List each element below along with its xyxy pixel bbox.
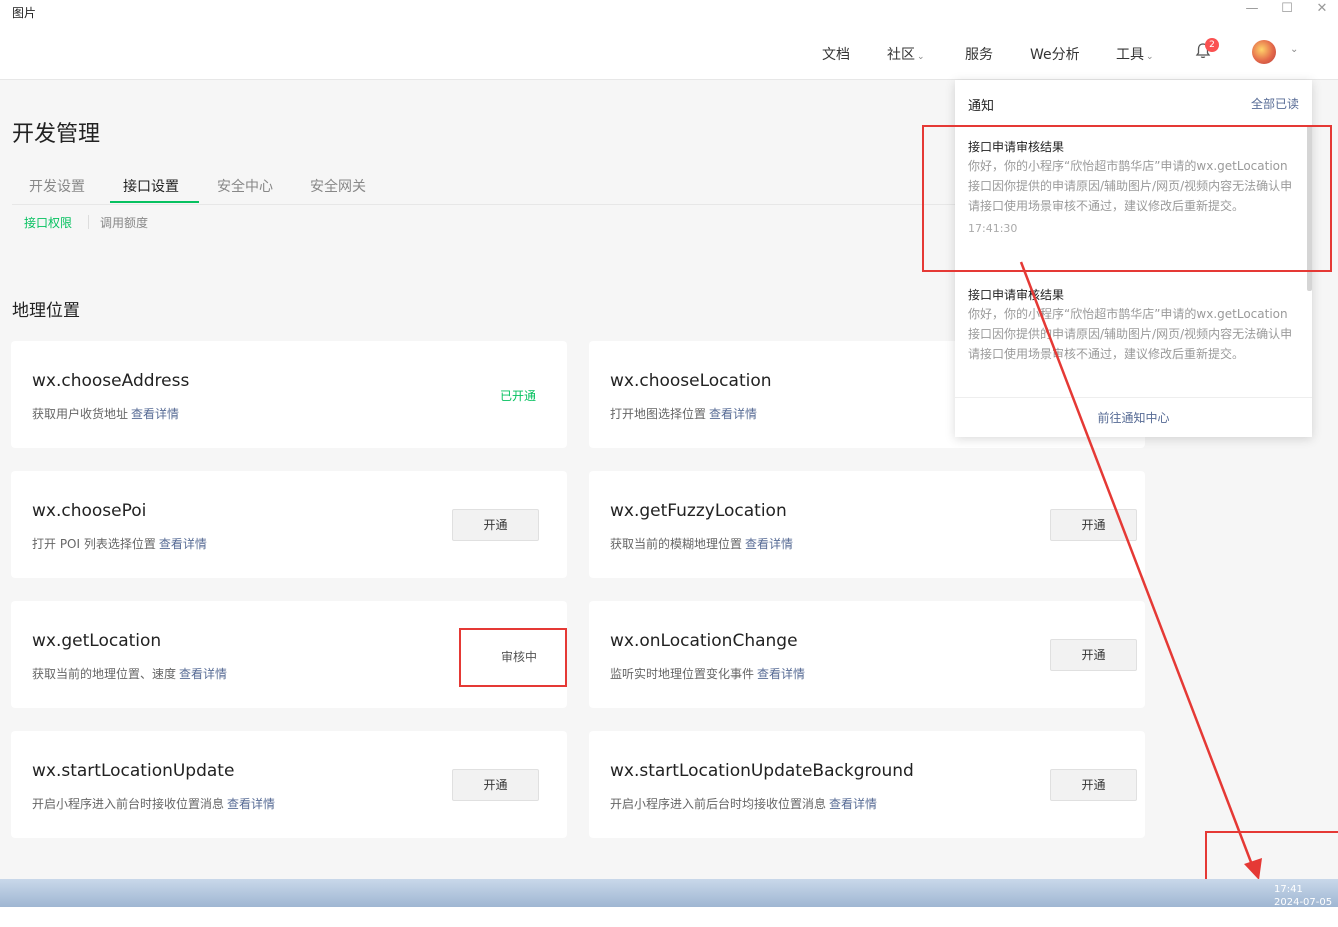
taskbar-clock[interactable]: 17:41 2024-07-05 [1274,883,1332,909]
taskbar: 17:41 2024-07-05 [0,879,1338,909]
annotation-arrow [1019,261,1262,880]
viewer-bottom-toolbar [0,907,1338,927]
taskbar-time: 17:41 [1274,884,1303,895]
